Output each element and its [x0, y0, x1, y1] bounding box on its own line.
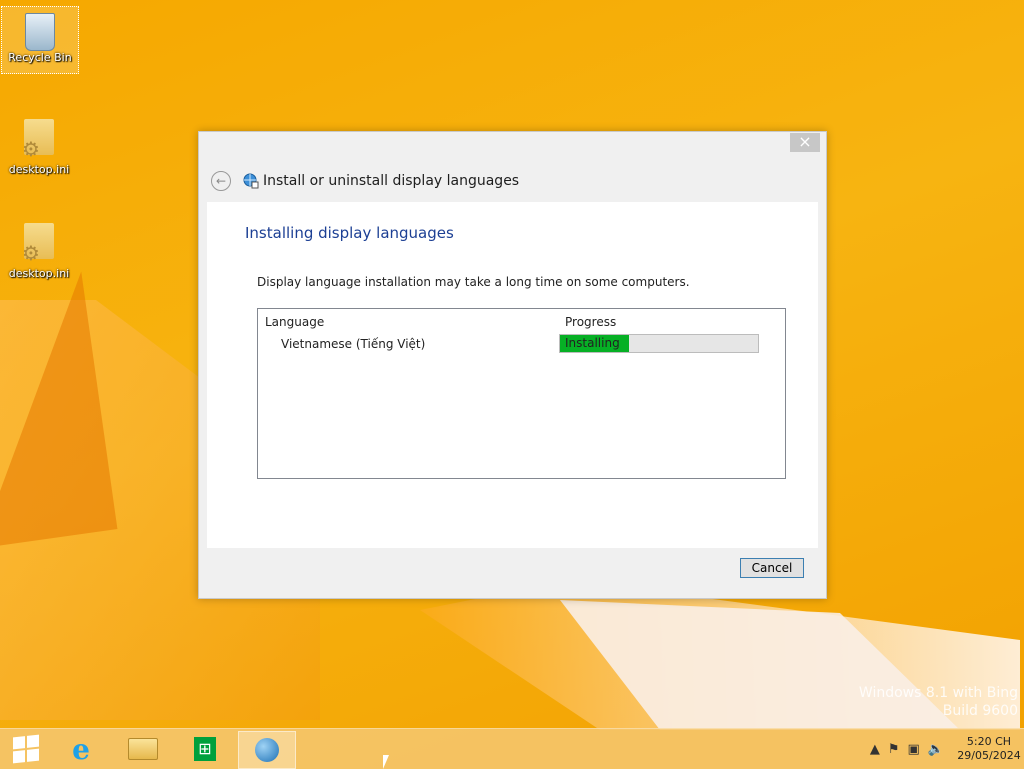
- watermark-line: Build 9600: [942, 703, 1018, 719]
- volume-icon[interactable]: 🔈: [928, 742, 944, 757]
- info-text: Display language installation may take a…: [257, 275, 690, 289]
- file-explorer-button[interactable]: [119, 731, 167, 767]
- language-list[interactable]: Language Progress Vietnamese (Tiếng Việt…: [257, 308, 786, 479]
- taskbar: e ⊞ ▲ ⚑ ▣ 🔈 5:20 CH 29/05/2024: [0, 728, 1024, 769]
- desktop-icon-label: desktop.ini: [8, 267, 70, 280]
- start-button[interactable]: [2, 731, 50, 767]
- settings-file-icon: [22, 223, 54, 265]
- clock-time: 5:20 CH: [966, 735, 1012, 748]
- progress-status: Installing: [565, 336, 620, 350]
- list-item-language: Vietnamese (Tiếng Việt): [281, 337, 426, 351]
- windows-watermark: Windows 8.1 with Bing Build 9600: [859, 684, 1018, 720]
- dialog-footer: Cancel: [207, 548, 818, 594]
- system-tray: ▲ ⚑ ▣ 🔈 5:20 CH 29/05/2024: [866, 729, 1024, 769]
- watermark-line: Windows 8.1 with Bing: [858, 685, 1018, 701]
- back-button[interactable]: ←: [211, 171, 231, 191]
- internet-explorer-icon: e: [72, 732, 90, 766]
- window-title: Install or uninstall display languages: [263, 173, 520, 189]
- progress-bar: Installing: [559, 334, 759, 353]
- network-icon[interactable]: ▣: [908, 742, 920, 757]
- cancel-button[interactable]: Cancel: [740, 558, 804, 578]
- desktop-icon-label: Recycle Bin: [8, 51, 72, 64]
- display-language-installer-button[interactable]: [238, 731, 296, 769]
- language-globe-icon: [255, 738, 279, 762]
- windows-logo-icon: [13, 734, 39, 764]
- desktop-icon-desktop-ini[interactable]: desktop.ini: [1, 115, 77, 176]
- content-panel: Installing display languages Display lan…: [207, 202, 818, 548]
- column-header-language: Language: [265, 315, 325, 329]
- column-header-progress: Progress: [565, 315, 617, 329]
- desktop-icon-label: desktop.ini: [8, 163, 70, 176]
- language-globe-icon: [243, 173, 259, 189]
- action-center-flag-icon[interactable]: ⚑: [888, 742, 900, 757]
- folder-icon: [128, 738, 158, 760]
- install-languages-window: × ← Install or uninstall display languag…: [198, 131, 827, 599]
- settings-file-icon: [22, 119, 54, 161]
- recycle-bin-icon: [25, 13, 55, 51]
- mouse-pointer-icon: [383, 755, 389, 769]
- wallpaper-shape: [0, 271, 118, 549]
- internet-explorer-button[interactable]: e: [57, 731, 105, 767]
- close-button[interactable]: ×: [790, 133, 820, 152]
- show-hidden-icons-icon[interactable]: ▲: [870, 742, 880, 757]
- windows-store-button[interactable]: ⊞: [181, 731, 229, 767]
- desktop-icon-desktop-ini[interactable]: desktop.ini: [1, 219, 77, 280]
- clock[interactable]: 5:20 CH 29/05/2024: [954, 735, 1024, 763]
- page-heading: Installing display languages: [245, 224, 454, 242]
- store-bag-icon: ⊞: [194, 737, 216, 761]
- window-header: ← Install or uninstall display languages: [211, 170, 519, 192]
- clock-date: 29/05/2024: [957, 749, 1021, 762]
- desktop-icon-recycle-bin[interactable]: Recycle Bin: [1, 6, 79, 74]
